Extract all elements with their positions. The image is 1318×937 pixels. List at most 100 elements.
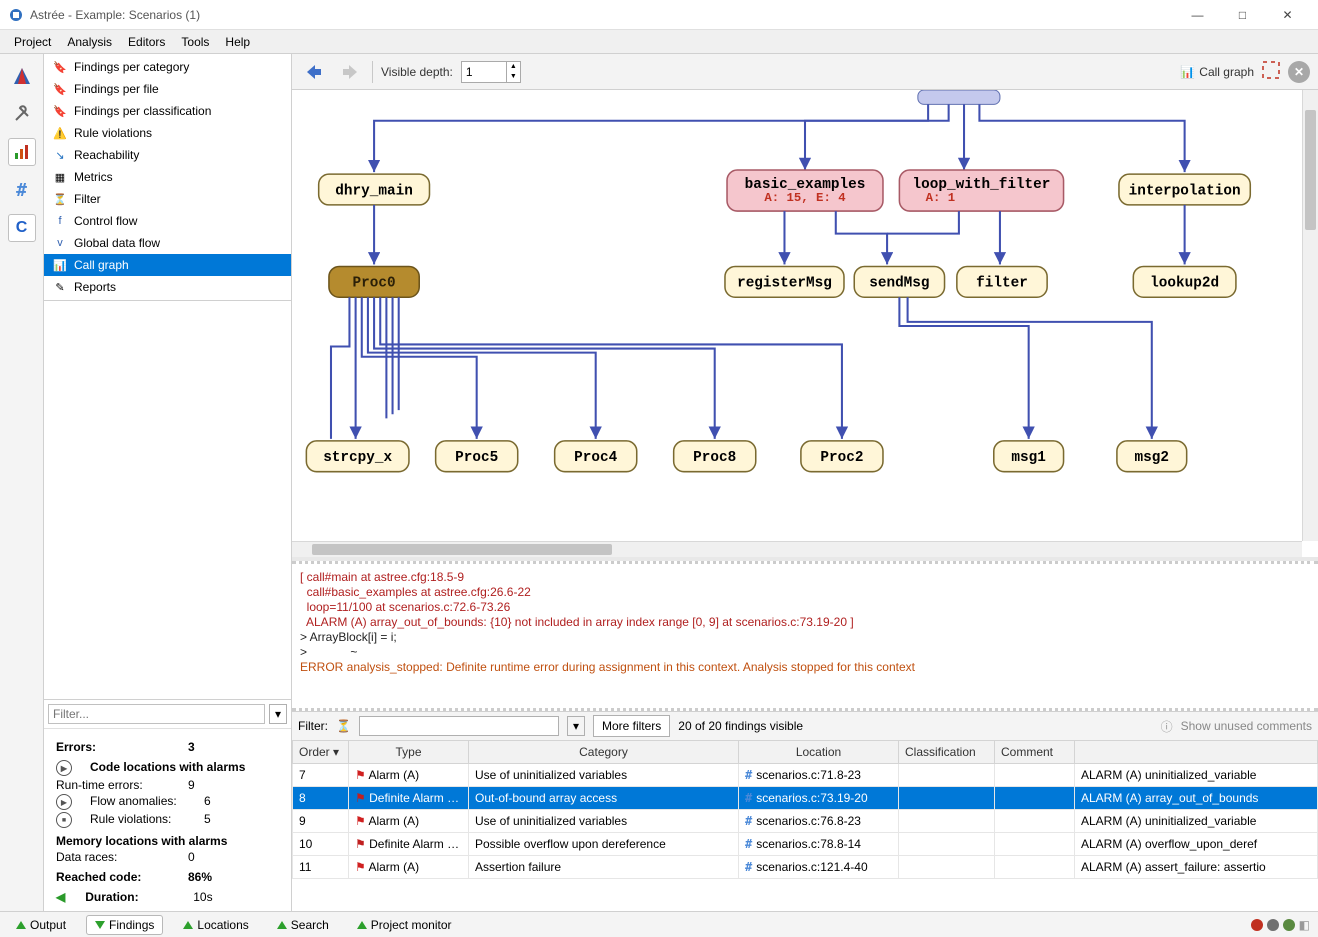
var-icon: v [52,235,68,251]
table-row[interactable]: 10⚑ Definite Alarm (A)Possible overflow … [293,833,1318,856]
node-proc8[interactable]: Proc8 [674,441,756,472]
col-location[interactable]: Location [739,741,899,764]
play-icon[interactable]: ▶ [56,760,72,776]
filter-dd-icon[interactable]: ▾ [567,716,585,736]
flow-label: Flow anomalies: [90,794,192,810]
dropdown-icon[interactable]: ▾ [269,704,287,724]
nav-findings-classification[interactable]: 🔖Findings per classification [44,100,291,122]
nav-fwd-button[interactable] [336,60,364,84]
races-value: 0 [188,850,195,864]
svg-text:sendMsg: sendMsg [869,276,929,292]
status-dot-red [1251,919,1263,931]
window-title: Astrée - Example: Scenarios (1) [30,8,1175,22]
rule-value: 5 [204,812,211,828]
col-classification[interactable]: Classification [899,741,995,764]
node-dhry-main[interactable]: dhry_main [319,174,430,205]
node-msg1[interactable]: msg1 [994,441,1064,472]
nav-metrics[interactable]: ▦Metrics [44,166,291,188]
stop-icon[interactable]: ■ [56,812,72,828]
table-row[interactable]: 11⚑ Alarm (A)Assertion failure#scenarios… [293,856,1318,879]
nav-control-flow[interactable]: fControl flow [44,210,291,232]
hash-icon[interactable]: # [8,176,36,204]
funnel-icon: ⏳ [336,719,351,733]
spin-up-icon[interactable]: ▲ [506,62,520,72]
call-graph-canvas[interactable]: dhry_main basic_examplesA: 15, E: 4 loop… [292,90,1318,561]
analysis-log[interactable]: [ call#main at astree.cfg:18.5-9 call#ba… [292,561,1318,711]
tab-project-monitor[interactable]: Project monitor [349,916,460,934]
visible-depth-spinner[interactable]: 1 ▲▼ [461,61,521,83]
nav-findings-file[interactable]: 🔖Findings per file [44,78,291,100]
detach-icon[interactable]: ◧ [1299,918,1310,932]
callgraph-icon: 📊 [52,257,68,273]
node-send-msg[interactable]: sendMsg [854,266,944,297]
findings-table-wrap[interactable]: Order ▾ Type Category Location Classific… [292,740,1318,911]
table-row[interactable]: 8⚑ Definite Alarm (A)Out-of-bound array … [293,787,1318,810]
col-comment[interactable]: Comment [995,741,1075,764]
nav-reachability[interactable]: ↘Reachability [44,144,291,166]
node-proc0[interactable]: Proc0 [329,266,419,297]
node-proc2[interactable]: Proc2 [801,441,883,472]
graph-vscroll[interactable] [1302,90,1318,541]
tab-search[interactable]: Search [269,916,337,934]
col-category[interactable]: Category [469,741,739,764]
reach-icon: ↘ [52,147,68,163]
svg-text:A: 1: A: 1 [926,191,956,205]
grid-icon: ▦ [52,169,68,185]
graph-hscroll[interactable] [292,541,1302,557]
play-icon-2[interactable]: ▶ [56,794,72,810]
node-loop-with-filter[interactable]: loop_with_filterA: 1 [899,170,1063,211]
fullscreen-button[interactable] [1262,61,1280,82]
nav-rule-violations[interactable]: ⚠️Rule violations [44,122,291,144]
node-proc5[interactable]: Proc5 [436,441,518,472]
overview-icon[interactable] [8,62,36,90]
node-lookup2d[interactable]: lookup2d [1133,266,1236,297]
left-pane: 🔖Findings per category 🔖Findings per fil… [44,54,292,911]
tab-output[interactable]: Output [8,916,74,934]
node-basic-examples[interactable]: basic_examplesA: 15, E: 4 [727,170,883,211]
spin-down-icon[interactable]: ▼ [506,72,520,82]
nav-reports[interactable]: ✎Reports [44,276,291,298]
back-icon[interactable]: ◀ [56,890,65,904]
menu-tools[interactable]: Tools [173,32,217,52]
close-button[interactable]: ✕ [1265,0,1310,30]
titlebar: Astrée - Example: Scenarios (1) — □ ✕ [0,0,1318,30]
findings-count: 20 of 20 findings visible [678,719,803,733]
node-interpolation[interactable]: interpolation [1119,174,1250,205]
svg-text:Proc4: Proc4 [574,450,617,466]
col-order[interactable]: Order ▾ [293,741,349,764]
menu-analysis[interactable]: Analysis [59,32,120,52]
sidebar-filter-input[interactable] [48,704,265,724]
c-icon[interactable]: C [8,214,36,242]
flow-icon: f [52,213,68,229]
close-view-button[interactable]: ✕ [1288,61,1310,83]
show-unused-button[interactable]: Show unused comments [1181,719,1312,733]
more-filters-button[interactable]: More filters [593,715,670,737]
findings-filter-input[interactable] [359,716,559,736]
nav-back-button[interactable] [300,60,328,84]
nav-global-data-flow[interactable]: vGlobal data flow [44,232,291,254]
node-msg2[interactable]: msg2 [1117,441,1187,472]
table-row[interactable]: 9⚑ Alarm (A)Use of uninitialized variabl… [293,810,1318,833]
reached-value: 86% [188,870,212,884]
menu-help[interactable]: Help [217,32,258,52]
tab-locations[interactable]: Locations [175,916,256,934]
rte-value: 9 [188,778,195,792]
nav-findings-category[interactable]: 🔖Findings per category [44,56,291,78]
node-register-msg[interactable]: registerMsg [725,266,844,297]
maximize-button[interactable]: □ [1220,0,1265,30]
node-strcpy-x[interactable]: strcpy_x [306,441,409,472]
table-row[interactable]: 7⚑ Alarm (A)Use of uninitialized variabl… [293,764,1318,787]
menu-editors[interactable]: Editors [120,32,173,52]
col-msg[interactable] [1075,741,1318,764]
nav-call-graph[interactable]: 📊Call graph [44,254,291,276]
menu-project[interactable]: Project [6,32,59,52]
results-icon[interactable] [8,138,36,166]
races-label: Data races: [56,850,176,864]
nav-filter[interactable]: ⏳Filter [44,188,291,210]
col-type[interactable]: Type [349,741,469,764]
tab-findings[interactable]: Findings [86,915,163,935]
minimize-button[interactable]: — [1175,0,1220,30]
node-filter[interactable]: filter [957,266,1047,297]
node-proc4[interactable]: Proc4 [555,441,637,472]
wrench-icon[interactable] [8,100,36,128]
